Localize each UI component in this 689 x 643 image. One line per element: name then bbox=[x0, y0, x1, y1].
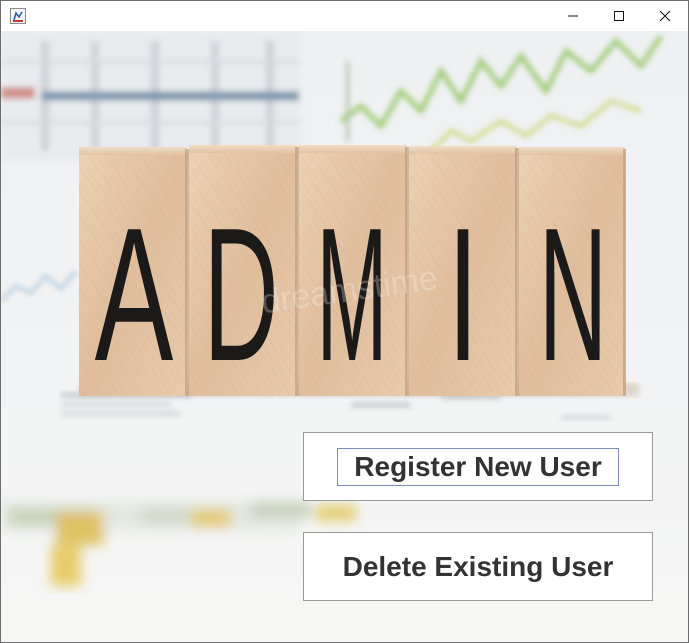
wooden-blocks: A D M I N dreamstime bbox=[79, 145, 639, 401]
block-letter: A bbox=[95, 189, 174, 401]
app-window: A D M I N dreamstime Register New User D… bbox=[0, 0, 689, 643]
close-icon[interactable] bbox=[642, 1, 688, 31]
register-new-user-label: Register New User bbox=[354, 450, 602, 482]
block-letter: N bbox=[539, 188, 608, 401]
title-bar[interactable] bbox=[1, 1, 688, 31]
maximize-icon[interactable] bbox=[596, 1, 642, 31]
blurred-blue-graph bbox=[1, 270, 78, 303]
blurred-spreadsheet bbox=[1, 31, 301, 161]
delete-existing-user-button[interactable]: Delete Existing User bbox=[303, 532, 653, 601]
java-cup-icon bbox=[10, 8, 26, 24]
register-new-user-button[interactable]: Register New User bbox=[303, 432, 653, 501]
blurred-line-chart bbox=[339, 34, 664, 153]
delete-existing-user-label: Delete Existing User bbox=[342, 550, 614, 582]
minimize-icon[interactable] bbox=[550, 1, 596, 31]
content-area: A D M I N dreamstime Register New User D… bbox=[1, 31, 688, 642]
block-letter: I bbox=[447, 189, 479, 401]
